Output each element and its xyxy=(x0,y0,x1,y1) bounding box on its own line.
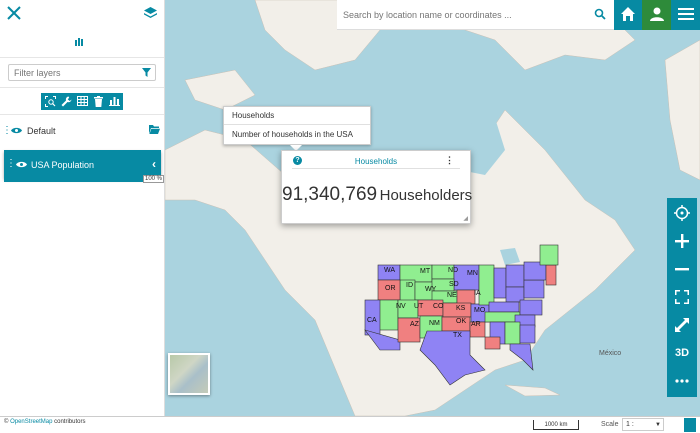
locate-icon[interactable] xyxy=(673,204,691,222)
search-field xyxy=(337,0,614,30)
opacity-slider[interactable] xyxy=(4,178,161,182)
scalebar: 1000 km xyxy=(533,420,579,430)
close-icon[interactable] xyxy=(6,5,22,21)
fullscreen-icon[interactable] xyxy=(673,316,691,334)
state-label: MT xyxy=(420,268,431,275)
attribution-suffix: contributors xyxy=(54,419,86,425)
zoom-to-extent-icon[interactable] xyxy=(673,288,691,306)
eye-icon[interactable] xyxy=(11,126,22,136)
trash-icon[interactable] xyxy=(92,95,104,107)
filter-icon[interactable] xyxy=(142,68,151,79)
footer-toggle-button[interactable] xyxy=(684,418,696,432)
layer-name: USA Population xyxy=(31,160,95,170)
hamburger-icon xyxy=(677,7,694,23)
catalog-icon[interactable] xyxy=(75,38,84,46)
state-label: SD xyxy=(449,281,459,288)
chart-widget-icon[interactable] xyxy=(108,95,120,107)
layer-item-usa-population[interactable]: ⋮ USA Population ‹ xyxy=(4,150,161,178)
state-label: ID xyxy=(406,282,413,289)
more-icon[interactable] xyxy=(673,372,691,390)
search-bar xyxy=(337,0,700,30)
widget-divider xyxy=(292,168,460,169)
tooltip-description: Number of households in the USA xyxy=(232,130,353,139)
caret-down-icon: ▼ xyxy=(655,422,661,428)
home-icon xyxy=(620,6,636,24)
widget-title: Households xyxy=(354,157,398,166)
state-label: UT xyxy=(414,303,424,310)
folder-open-icon[interactable] xyxy=(149,125,160,136)
drag-handle-icon[interactable]: ⋮ xyxy=(6,158,16,169)
3d-toggle-button[interactable]: 3D xyxy=(673,344,691,362)
eye-icon[interactable] xyxy=(16,160,27,170)
scale-select[interactable]: 1 : 73957339 ▼ xyxy=(622,418,664,431)
state-label: TX xyxy=(453,332,462,339)
opacity-value: 100 % xyxy=(143,175,164,183)
state-label: CA xyxy=(367,317,377,324)
state-label: WA xyxy=(384,267,396,274)
attribution: © OpenStreetMap contributors xyxy=(4,419,85,425)
state-label: KS xyxy=(456,305,466,312)
state-label: AZ xyxy=(410,321,419,328)
search-icon[interactable] xyxy=(594,8,606,22)
state-label: OK xyxy=(456,318,467,325)
zoom-to-layer-icon[interactable] xyxy=(44,95,56,107)
scale-value: 1 : 73957339 xyxy=(626,421,634,428)
user-button[interactable] xyxy=(642,0,671,30)
sidebar-header xyxy=(0,0,164,58)
counter-value: 91,340,769 xyxy=(282,184,378,205)
state-label: MN xyxy=(467,270,478,277)
search-input[interactable] xyxy=(337,0,587,30)
widget-menu-icon[interactable]: ⋮ xyxy=(445,155,454,166)
state-label: MO xyxy=(474,307,486,314)
layer-group-default[interactable]: ⋮ Default xyxy=(0,115,164,145)
scale-label: Scale xyxy=(601,421,619,428)
state-label: CO xyxy=(433,303,444,310)
state-label: NV xyxy=(396,303,406,310)
opacity-slider-fill xyxy=(4,178,161,182)
background-selector[interactable] xyxy=(168,353,210,395)
widget-counter: 91,340,769 Householders xyxy=(282,184,473,206)
map-toolbar: 3D xyxy=(667,198,697,397)
tooltip-title: Households xyxy=(232,111,275,120)
country-label-mexico: México xyxy=(599,350,622,357)
home-button[interactable] xyxy=(614,0,642,30)
tooltip-divider xyxy=(224,124,370,125)
counter-unit: Householders xyxy=(379,187,473,204)
layer-toolbar-row xyxy=(0,88,164,115)
menu-button[interactable] xyxy=(671,0,700,30)
map-footer: © OpenStreetMap contributors 1000 km Sca… xyxy=(0,416,700,433)
state-label: WY xyxy=(425,286,437,293)
filter-row xyxy=(0,58,164,88)
wrench-icon[interactable] xyxy=(60,95,72,107)
resize-handle-icon[interactable]: ◢ xyxy=(463,215,468,222)
user-icon xyxy=(649,6,665,24)
state-label: ND xyxy=(448,267,459,274)
attribute-table-icon[interactable] xyxy=(76,95,88,107)
chevron-left-icon[interactable]: ‹ xyxy=(152,157,156,171)
counter-widget[interactable]: ? Households ⋮ 91,340,769 Householders ◢ xyxy=(281,150,473,224)
layers-sidebar: ⋮ Default ⋮ USA Population ‹ 100 % xyxy=(0,0,165,416)
attribution-link[interactable]: OpenStreetMap xyxy=(10,419,52,425)
widget-tooltip: Households Number of households in the U… xyxy=(223,106,371,145)
state-label: NM xyxy=(429,320,440,327)
state-label: AR xyxy=(471,321,481,328)
layers-icon[interactable] xyxy=(143,6,158,20)
attribution-prefix: © xyxy=(4,419,9,425)
filter-layers-input[interactable] xyxy=(9,65,129,80)
zoom-in-icon[interactable] xyxy=(673,232,691,250)
state-label: NE xyxy=(447,292,457,299)
state-label: IA xyxy=(474,290,481,297)
filter-field xyxy=(8,64,156,81)
zoom-out-icon[interactable] xyxy=(673,260,691,278)
group-name: Default xyxy=(27,126,56,136)
state-label: OR xyxy=(385,285,396,292)
layer-toolbar xyxy=(41,92,123,110)
